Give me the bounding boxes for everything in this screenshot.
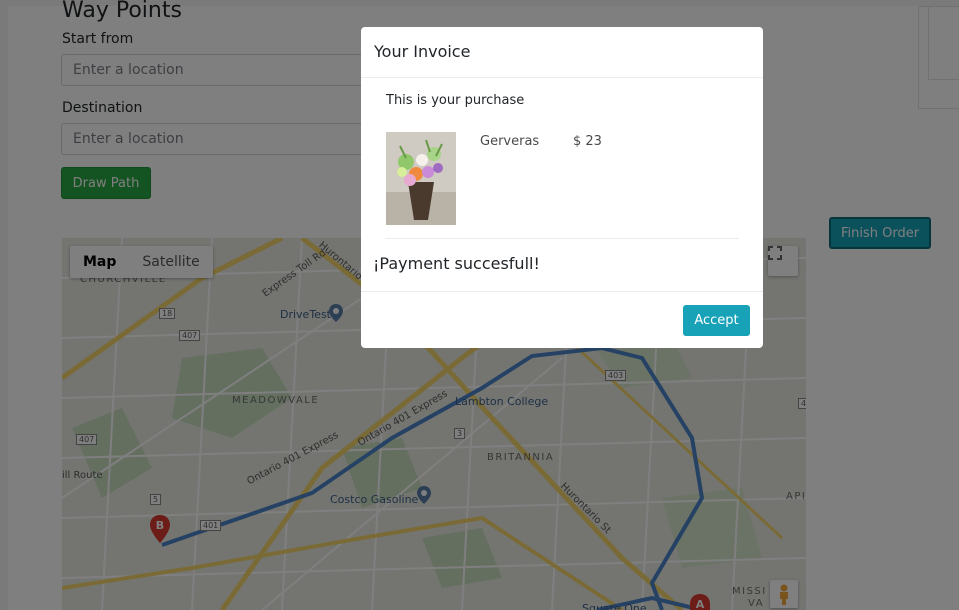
accept-button[interactable]: Accept bbox=[683, 305, 750, 336]
invoice-divider bbox=[385, 238, 739, 239]
invoice-modal-footer: Accept bbox=[361, 291, 763, 348]
product-image bbox=[386, 132, 456, 225]
purchase-label: This is your purchase bbox=[386, 93, 525, 108]
payment-success-message: ¡Payment succesfull! bbox=[373, 254, 540, 273]
invoice-modal: Your Invoice This is your purchase Gerve… bbox=[361, 27, 763, 348]
product-name: Gerveras bbox=[480, 134, 540, 149]
invoice-modal-body: This is your purchase Gerveras $ 23 ¡Pay… bbox=[361, 78, 763, 292]
flower-bouquet-image bbox=[386, 132, 456, 225]
invoice-title: Your Invoice bbox=[374, 42, 471, 61]
product-price: $ 23 bbox=[573, 134, 602, 149]
invoice-modal-header: Your Invoice bbox=[361, 27, 763, 78]
